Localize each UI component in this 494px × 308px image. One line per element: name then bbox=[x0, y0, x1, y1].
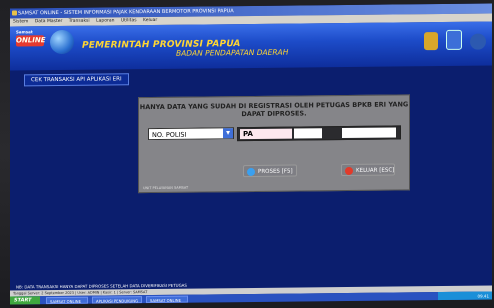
exit-icon bbox=[345, 166, 353, 176]
taskbar-item[interactable]: SAMSAT ONLINE bbox=[46, 296, 88, 305]
menu-laporan[interactable]: Laporan bbox=[96, 18, 114, 23]
start-button[interactable]: START bbox=[10, 296, 40, 305]
proses-label: PROSES [F5] bbox=[258, 168, 293, 175]
header-banner: Samsat ONLINE PEMERINTAH PROVINSI PAPUA … bbox=[10, 21, 492, 71]
window-title: SAMSAT ONLINE - SISTEM INFORMASI PAJAK K… bbox=[18, 8, 234, 17]
search-type-value: NO. POLISI bbox=[152, 130, 187, 140]
menu-utilitas[interactable]: Utilitas bbox=[121, 18, 137, 23]
app-icon bbox=[12, 10, 17, 16]
police-emblem-icon bbox=[445, 29, 462, 50]
plate-number-field[interactable] bbox=[294, 128, 322, 139]
agency-emblem-icon bbox=[470, 33, 486, 50]
taskbar-item[interactable]: APLIKASI PENDUKUNG bbox=[92, 296, 142, 304]
plate-suffix-field[interactable] bbox=[342, 127, 396, 139]
plate-number-input: PA bbox=[237, 125, 401, 142]
menu-keluar[interactable]: Keluar bbox=[143, 18, 157, 23]
emblems bbox=[421, 29, 486, 55]
menu-sistem[interactable]: Sistem bbox=[13, 19, 28, 24]
dialog-footer: UNIT PELAYANAN SAMSAT bbox=[143, 185, 189, 191]
app-screen: SAMSAT ONLINE - SISTEM INFORMASI PAJAK K… bbox=[10, 3, 492, 305]
chevron-down-icon[interactable]: ▼ bbox=[223, 128, 233, 139]
menu-transaksi[interactable]: Transaksi bbox=[69, 19, 90, 24]
proses-button[interactable]: PROSES [F5] bbox=[243, 164, 297, 178]
menu-data-master[interactable]: Data Master bbox=[35, 19, 63, 24]
logo-main-text: ONLINE bbox=[16, 35, 46, 47]
search-type-select[interactable]: NO. POLISI ▼ bbox=[148, 127, 234, 141]
dialog-message: HANYA DATA YANG SUDAH DI REGISTRASI OLEH… bbox=[139, 100, 409, 119]
tab-cek-transaksi[interactable]: CEK TRANSAKSI API APLIKASI ERI bbox=[24, 73, 129, 87]
banner-subtitle: BADAN PENDAPATAN DAERAH bbox=[176, 47, 289, 58]
plate-prefix-field[interactable]: PA bbox=[240, 128, 292, 140]
samsat-logo: Samsat ONLINE bbox=[16, 29, 50, 59]
globe-icon bbox=[50, 29, 74, 55]
taskbar-item[interactable]: SAMSAT ONLINE bbox=[146, 295, 188, 304]
logo-top-text: Samsat bbox=[16, 29, 33, 35]
process-icon bbox=[247, 167, 255, 177]
keluar-label: KELUAR [ESC] bbox=[356, 167, 395, 174]
check-dialog: HANYA DATA YANG SUDAH DI REGISTRASI OLEH… bbox=[138, 94, 410, 194]
province-emblem-icon bbox=[423, 32, 438, 51]
keluar-button[interactable]: KELUAR [ESC] bbox=[341, 163, 395, 177]
